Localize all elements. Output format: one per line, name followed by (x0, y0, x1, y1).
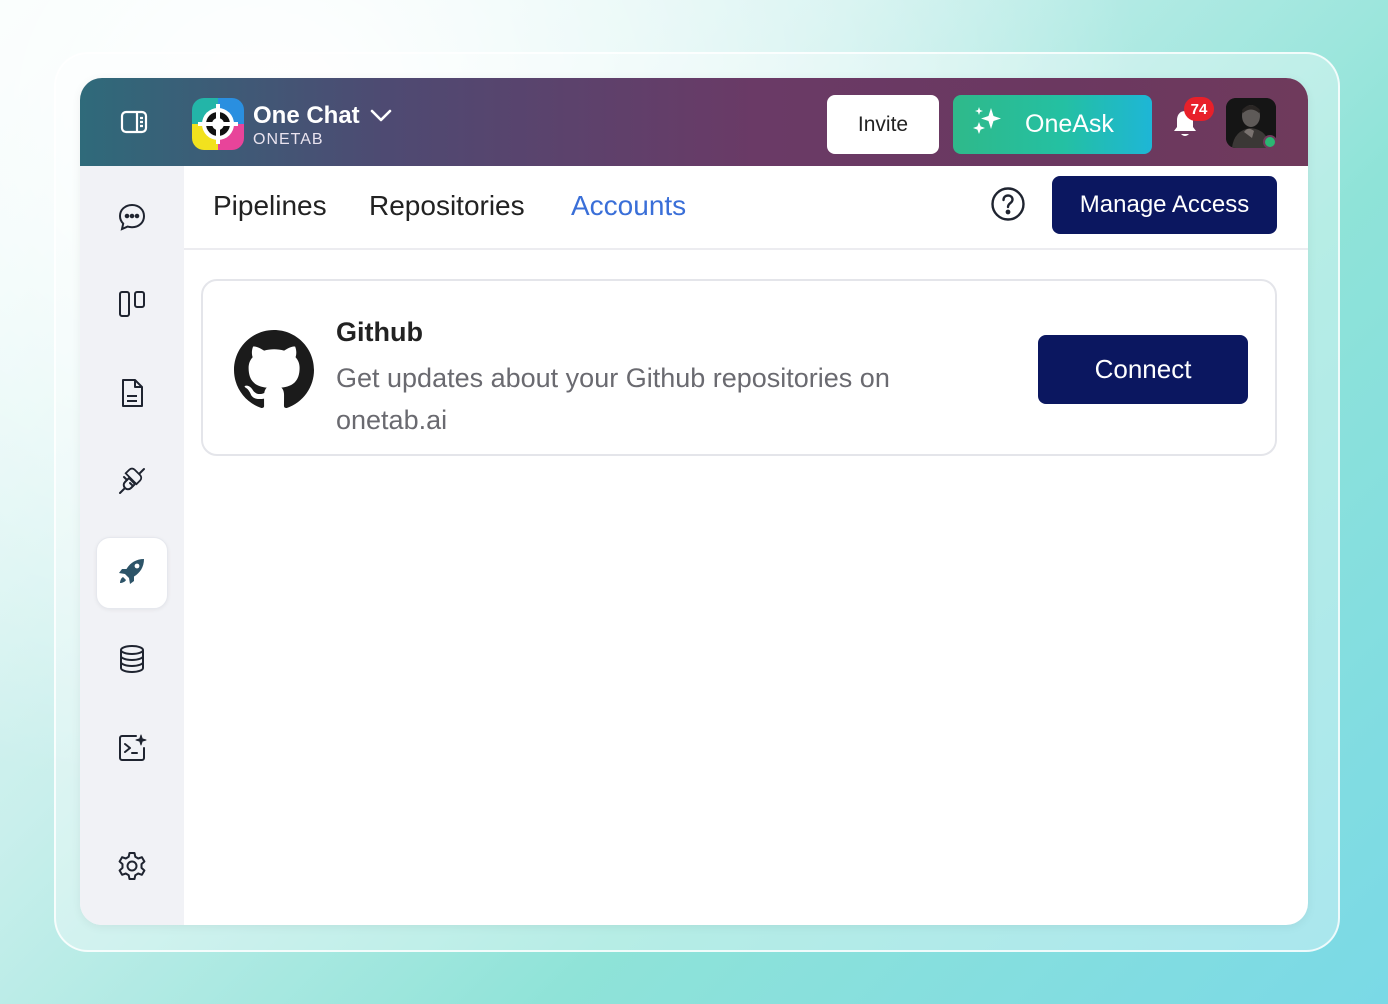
tab-pipelines[interactable]: Pipelines (213, 190, 327, 222)
sidebar-item-documents[interactable] (96, 359, 168, 431)
sidebar-item-database[interactable] (96, 625, 168, 697)
account-title: Github (336, 317, 423, 347)
invite-button[interactable]: Invite (827, 95, 939, 154)
sidebar-item-pipelines[interactable] (96, 537, 168, 609)
account-description: Get updates about your Github repositori… (336, 363, 890, 435)
github-icon (233, 330, 315, 410)
top-bar: One Chat ONETAB Invite OneAsk 74 (80, 78, 1308, 166)
sidebar (80, 166, 184, 925)
app-logo (192, 98, 244, 150)
columns-icon (116, 288, 148, 325)
sidebar-item-settings[interactable] (96, 832, 168, 904)
chat-bubble-icon (116, 201, 148, 238)
document-icon (116, 377, 148, 414)
sidebar-item-ai-console[interactable] (96, 714, 168, 786)
tab-repositories[interactable]: Repositories (369, 190, 525, 222)
sparkle-icon (971, 104, 1005, 145)
chevron-down-icon (370, 102, 392, 130)
connect-button[interactable]: Connect (1038, 335, 1248, 404)
tab-accounts[interactable]: Accounts (571, 190, 686, 222)
workspace-org: ONETAB (253, 131, 324, 148)
sidebar-item-chat[interactable] (96, 183, 168, 255)
account-card-github: Github Get updates about your Github rep… (201, 279, 1277, 456)
oneask-label: OneAsk (1025, 110, 1114, 138)
notification-badge: 74 (1184, 97, 1214, 121)
database-icon (116, 643, 148, 680)
workspace-name: One Chat (253, 102, 360, 129)
sidebar-item-boards[interactable] (96, 270, 168, 342)
plug-icon (116, 465, 148, 502)
oneask-button[interactable]: OneAsk (953, 95, 1152, 154)
workspace-switcher[interactable]: One Chat (253, 102, 392, 130)
help-icon[interactable] (990, 186, 1026, 222)
manage-access-button[interactable]: Manage Access (1052, 176, 1277, 234)
app-window: One Chat ONETAB Invite OneAsk 74 Pipelin… (80, 78, 1308, 925)
panel-toggle-icon[interactable] (120, 108, 148, 136)
terminal-sparkle-icon (116, 732, 148, 769)
online-status-dot (1263, 135, 1277, 149)
rocket-icon (116, 555, 148, 592)
sidebar-item-integrations[interactable] (96, 447, 168, 519)
tabs-bar: Pipelines Repositories Accounts Manage A… (184, 166, 1308, 250)
gear-icon (116, 850, 148, 887)
